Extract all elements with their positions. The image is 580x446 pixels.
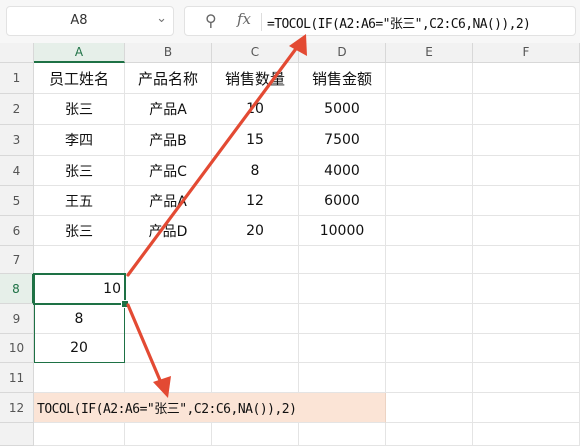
arrow-to-formula-bar <box>126 34 307 277</box>
arrow-to-formula-text <box>126 303 171 398</box>
annotation-arrows <box>126 34 307 398</box>
